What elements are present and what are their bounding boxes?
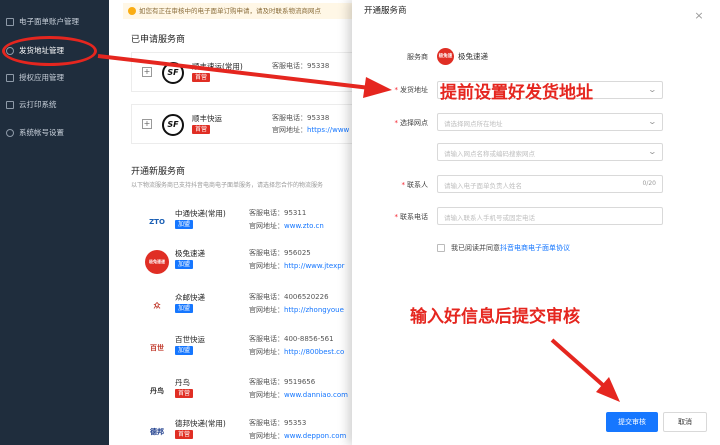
chevron-down-icon: ⌄ [647, 117, 658, 126]
jt-logo: 极兔速递 [437, 48, 454, 76]
provider-site: 官网地址：www.zto.cn [249, 222, 324, 230]
zy-logo: 众 [153, 302, 161, 310]
agreement-link[interactable]: 抖音电商电子面单协议 [500, 243, 570, 253]
warning-icon [128, 7, 136, 15]
carrier-phone: 客服电话：95338 [272, 62, 330, 70]
provider-name: 丹鸟 [175, 378, 190, 387]
sf-logo: SF [162, 114, 184, 136]
provider-phone: 客服电话：95311 [249, 209, 307, 217]
expand-icon[interactable]: + [142, 119, 152, 129]
provider-display: 极兔速递 极兔速递 [437, 48, 488, 76]
provider-phone: 客服电话：9519656 [249, 378, 316, 386]
carrier-tag: 首营 [192, 125, 211, 134]
agreement: 我已阅读并同意 抖音电商电子面单协议 [437, 243, 570, 253]
sidebar-item-label: 云打印系统 [19, 100, 57, 109]
sidebar-item-authorized-apps[interactable]: 授权应用管理 [0, 63, 64, 92]
modal-title: 开通服务商 [364, 6, 407, 16]
phone-label: * 联系电话 [394, 213, 429, 221]
outlet-search-select[interactable]: 请输入网点名称或编码搜索网点 ⌄ [437, 143, 663, 161]
sidebar-item-cloud-print[interactable]: 云打印系统 [0, 90, 57, 119]
calendar-icon [6, 17, 14, 26]
provider-site: 官网地址：www.deppon.com [249, 432, 347, 440]
deppon-logo: 德邦 [150, 428, 164, 436]
grid-icon [6, 73, 14, 82]
provider-name: 德邦快递(常用) [175, 419, 226, 428]
annotation-top: 提前设置好发货地址 [440, 83, 593, 103]
applied-card[interactable]: + SF 顺丰速运(常用) 首营 客服电话：95338 [131, 52, 361, 92]
provider-site: 官网地址：http://800best.co [249, 348, 345, 356]
submit-review-button[interactable]: 提交审核 [606, 412, 658, 432]
provider-site: 官网地址：http://zhongyoue [249, 306, 344, 314]
new-section-title: 开通新服务商 [131, 167, 186, 177]
carrier-site: 官网地址：https://www [272, 126, 350, 134]
char-counter: 0/20 [642, 180, 656, 187]
chevron-down-icon: ⌄ [647, 85, 658, 94]
zto-logo: ZTO [149, 218, 165, 226]
gear-icon [6, 128, 14, 137]
provider-tag: 加盟 [175, 304, 194, 313]
provider-row[interactable]: 众 众邮快递 加盟 客服电话：4006520226 官网地址：http://zh… [145, 290, 375, 326]
provider-label: 服务商 [407, 53, 428, 61]
provider-name: 极兔速递 [458, 52, 488, 61]
danniao-logo: 丹鸟 [150, 387, 164, 395]
provider-phone: 客服电话：400-8856-561 [249, 335, 334, 343]
sf-logo: SF [162, 62, 184, 84]
outlet-region-select[interactable]: 请选择网点所在地址 ⌄ [437, 113, 663, 131]
new-section-subtitle: 以下物流服务商已支持抖音电商电子面单服务，请选择您合作的物流服务 [131, 182, 324, 189]
sidebar: 电子面单账户管理 发货地址管理 授权应用管理 云打印系统 系统帐号设置 [0, 0, 109, 445]
provider-name: 众邮快递 [175, 293, 205, 302]
outlet-label: * 选择网点 [394, 119, 429, 127]
cancel-button[interactable]: 取消 [663, 412, 707, 432]
provider-name: 百世快运 [175, 335, 205, 344]
provider-name: 极兔速递 [175, 249, 205, 258]
provider-tag: 加盟 [175, 346, 194, 355]
provider-name: 中通快递(常用) [175, 209, 226, 218]
sidebar-item-waybill-account[interactable]: 电子面单账户管理 [0, 7, 79, 36]
provider-row[interactable]: 丹鸟 丹鸟 首营 客服电话：9519656 官网地址：www.danniao.c… [145, 375, 375, 411]
sidebar-item-label: 系统帐号设置 [19, 128, 64, 137]
sidebar-item-label: 电子面单账户管理 [19, 17, 79, 26]
agree-checkbox[interactable] [437, 244, 445, 252]
carrier-name: 顺丰速运(常用) [192, 62, 243, 71]
provider-row[interactable]: 德邦 德邦快递(常用) 首营 客服电话：95353 官网地址：www.deppo… [145, 416, 375, 445]
contact-phone-input[interactable]: 请输入联系人手机号或固定电话 [437, 207, 663, 225]
provider-tag: 首营 [175, 430, 194, 439]
contact-label: * 联系人 [401, 181, 429, 189]
provider-row[interactable]: 极兔速递 极兔速递 加盟 客服电话：956025 官网地址：http://www… [145, 246, 375, 282]
carrier-tag: 首营 [192, 73, 211, 82]
provider-phone: 客服电话：4006520226 [249, 293, 329, 301]
address-label: * 发货地址 [394, 86, 429, 94]
provider-tag: 加盟 [175, 260, 194, 269]
best-logo: 百世 [150, 344, 164, 352]
annotation-bottom: 输入好信息后提交审核 [410, 307, 580, 327]
provider-tag: 首营 [175, 389, 194, 398]
annotation-highlight-oval [2, 36, 97, 66]
provider-tag: 加盟 [175, 220, 194, 229]
open-provider-modal: 开通服务商 × 服务商 极兔速递 极兔速递 * 发货地址 ⌄ * 选择网点 请选择网… [352, 0, 720, 445]
provider-site: 官网地址：http://www.jtexpr [249, 262, 345, 270]
expand-icon[interactable]: + [142, 67, 152, 77]
carrier-phone: 客服电话：95338 [272, 114, 330, 122]
chevron-down-icon: ⌄ [647, 147, 658, 156]
provider-row[interactable]: ZTO 中通快递(常用) 加盟 客服电话：95311 官网地址：www.zto.… [145, 206, 375, 242]
close-icon[interactable]: × [693, 10, 705, 22]
applied-card[interactable]: + SF 顺丰快运 首营 客服电话：95338 官网地址：https://www [131, 104, 361, 144]
provider-row[interactable]: 百世 百世快运 加盟 客服电话：400-8856-561 官网地址：http:/… [145, 332, 375, 368]
provider-phone: 客服电话：956025 [249, 249, 311, 257]
notice-text: 如您有正在审核中的电子面单订购申请，请及时联系物流商网点 [139, 7, 321, 15]
sidebar-item-account-settings[interactable]: 系统帐号设置 [0, 118, 64, 147]
provider-site: 官网地址：www.danniao.com [249, 391, 348, 399]
sidebar-item-label: 授权应用管理 [19, 73, 64, 82]
applied-section-title: 已申请服务商 [131, 35, 186, 45]
contact-name-input[interactable]: 请输入电子面单负责人姓名 0/20 [437, 175, 663, 193]
print-icon [6, 100, 14, 109]
jt-logo: 极兔速递 [145, 250, 169, 274]
carrier-name: 顺丰快运 [192, 114, 222, 123]
provider-phone: 客服电话：95353 [249, 419, 307, 427]
